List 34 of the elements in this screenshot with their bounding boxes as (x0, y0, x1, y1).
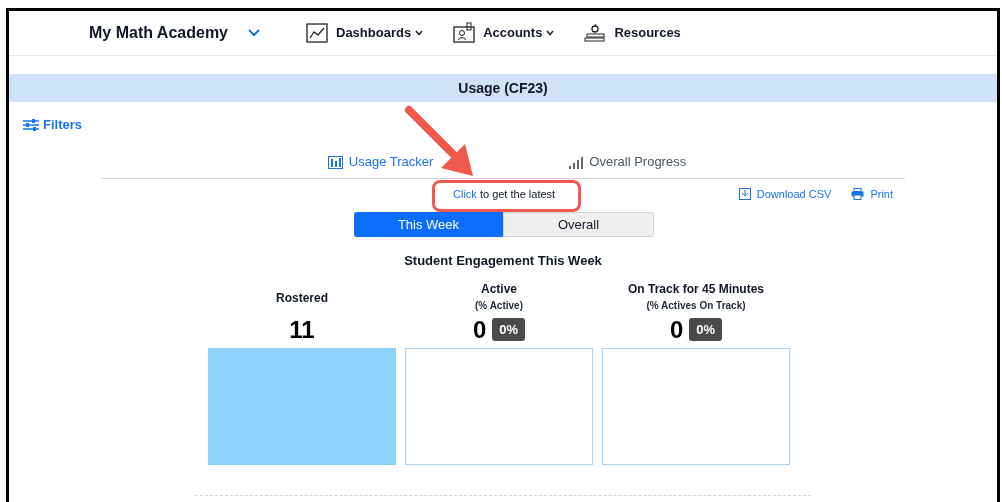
tab[interactable]: Usage Tracker (327, 152, 434, 172)
refresh-link[interactable]: Click (453, 187, 477, 200)
nav-menu-item[interactable]: Accounts (483, 23, 555, 43)
metric-sublabel: (% Actives On Track) (646, 298, 746, 313)
refresh-message: Click to get the latest (453, 186, 556, 202)
chart-icon (306, 23, 328, 43)
metric-count: 0 (472, 314, 487, 345)
brand-name: My Math Academy (89, 23, 228, 43)
books-icon (584, 23, 607, 43)
bar-chart-icon (568, 155, 584, 169)
metric-label: Rostered (276, 289, 328, 307)
metric-sublabel: (% Active) (475, 298, 523, 313)
section-title: Student Engagement This Week (403, 252, 603, 270)
report-icon (327, 155, 343, 169)
percent-badge: 0% (689, 317, 723, 342)
download-button[interactable]: Download CSV (738, 185, 832, 203)
download-icon (738, 188, 751, 200)
tab[interactable]: Overall Progress (568, 152, 687, 172)
print-button[interactable]: Print (851, 185, 893, 203)
title-bar: Usage (CF23) (9, 74, 997, 102)
metric-count: 11 (289, 314, 315, 345)
chevron-down-icon[interactable] (248, 29, 260, 37)
metric-label: On Track for 45 Minutes (627, 280, 764, 298)
nav-menu-item[interactable]: Dashboards (336, 23, 424, 43)
percent-badge: 0% (492, 317, 526, 342)
print-icon (851, 188, 865, 200)
segment-button[interactable]: Overall (503, 212, 654, 237)
segment-button[interactable]: This Week (354, 212, 503, 237)
metric-count: 0 (669, 314, 684, 345)
nav-menu-item[interactable]: Resources (614, 23, 681, 43)
sliders-icon (23, 119, 39, 131)
filters-button[interactable]: Filters (23, 115, 82, 135)
metric-label: Active (480, 280, 517, 298)
account-icon (453, 22, 476, 44)
